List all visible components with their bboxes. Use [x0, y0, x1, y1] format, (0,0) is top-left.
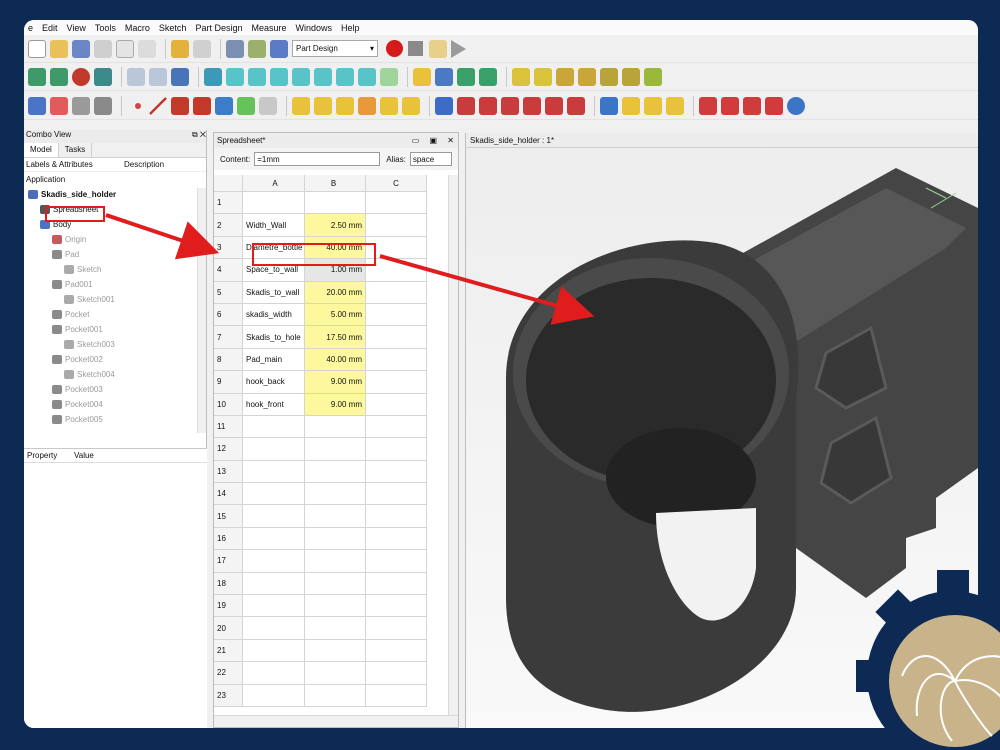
annotation-arrows — [105, 213, 595, 325]
freecad-window: e Edit View Tools Macro Sketch Part Desi… — [24, 20, 978, 728]
arrow-to-cell — [105, 213, 220, 260]
arrow-to-model — [379, 254, 595, 325]
gear-logo-icon — [856, 570, 1000, 750]
